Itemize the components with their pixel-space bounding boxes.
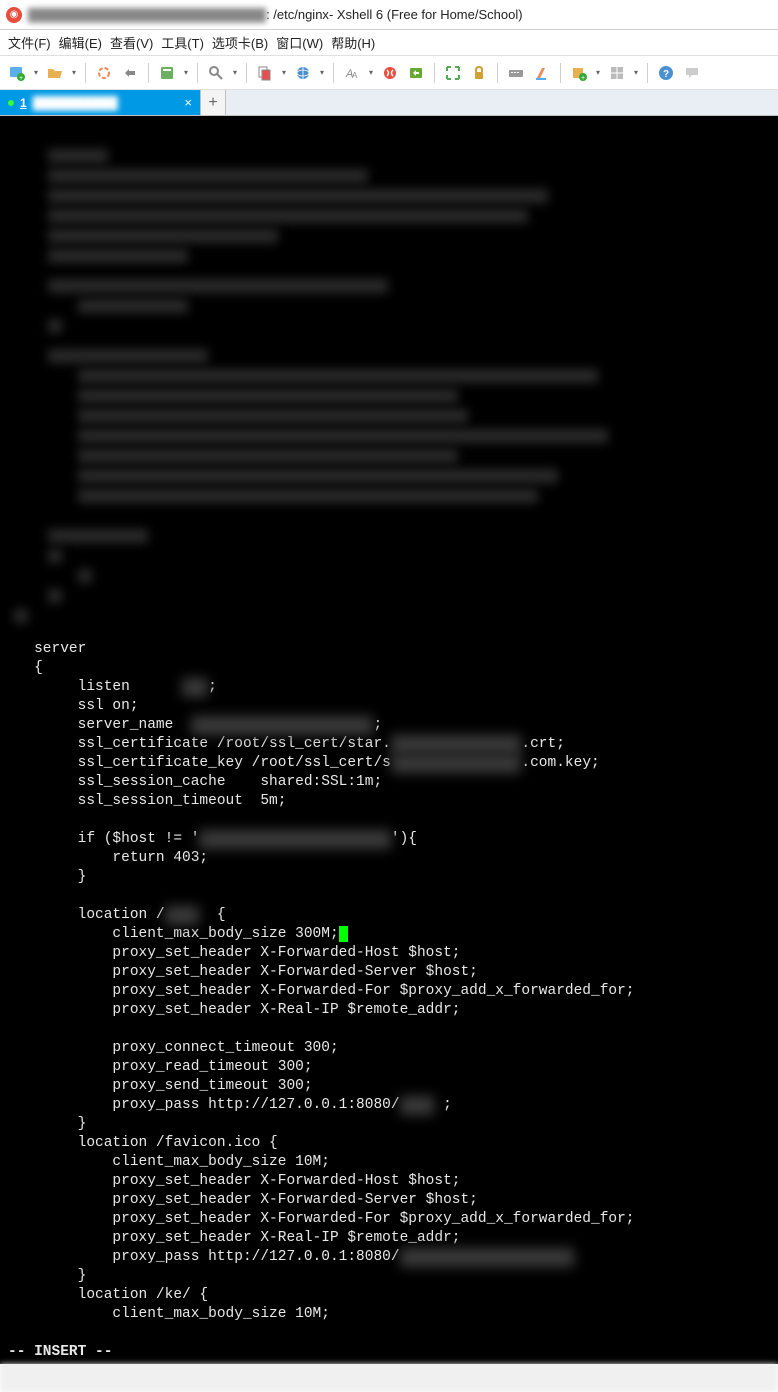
- terminal-viewport[interactable]: server { listen xxx; ssl on; server_name…: [0, 116, 778, 1364]
- toolbar-separator: [197, 63, 198, 83]
- tab-label: ██████████: [33, 96, 179, 110]
- vim-mode-line: -- INSERT --: [8, 1344, 112, 1360]
- help-icon[interactable]: ?: [655, 62, 677, 84]
- lock-icon[interactable]: [468, 62, 490, 84]
- svg-text:A: A: [352, 71, 358, 80]
- toolbar-separator: [647, 63, 648, 83]
- menu-file[interactable]: 文件(F): [8, 33, 51, 52]
- title-blur: ████████████████████████████: [28, 8, 266, 22]
- tab-number: 1: [20, 96, 27, 110]
- open-icon[interactable]: [44, 62, 66, 84]
- search-icon[interactable]: [205, 62, 227, 84]
- properties-dropdown-icon[interactable]: ▾: [182, 62, 190, 84]
- svg-text:?: ?: [663, 69, 669, 80]
- new-session-dropdown-icon[interactable]: ▾: [32, 62, 40, 84]
- toolbar-separator: [246, 63, 247, 83]
- toolbar: + ▾ ▾ ▾ ▾ ▾ ▾ AA ▾ + ▾ ▾ ?: [0, 56, 778, 90]
- menu-edit[interactable]: 编辑(E): [59, 33, 102, 52]
- menu-view[interactable]: 查看(V): [110, 33, 153, 52]
- statusbar: [0, 1364, 778, 1392]
- toolbar-separator: [148, 63, 149, 83]
- menu-help[interactable]: 帮助(H): [331, 33, 375, 52]
- font-icon[interactable]: AA: [341, 62, 363, 84]
- toolbar-separator: [333, 63, 334, 83]
- properties-icon[interactable]: [156, 62, 178, 84]
- highlight-icon[interactable]: [531, 62, 553, 84]
- menubar: 文件(F) 编辑(E) 查看(V) 工具(T) 选项卡(B) 窗口(W) 帮助(…: [0, 30, 778, 56]
- menu-window[interactable]: 窗口(W): [276, 33, 323, 52]
- tabbar: 1 ██████████ × +: [0, 90, 778, 116]
- reconnect-icon[interactable]: [93, 62, 115, 84]
- xftp-icon[interactable]: [405, 62, 427, 84]
- fullscreen-icon[interactable]: [442, 62, 464, 84]
- toolbar-separator: [497, 63, 498, 83]
- font-dropdown-icon[interactable]: ▾: [367, 62, 375, 84]
- copy-dropdown-icon[interactable]: ▾: [280, 62, 288, 84]
- search-dropdown-icon[interactable]: ▾: [231, 62, 239, 84]
- globe-dropdown-icon[interactable]: ▾: [318, 62, 326, 84]
- terminal-content: server { listen xxx; ssl on; server_name…: [8, 640, 770, 1324]
- layout-dropdown-icon[interactable]: ▾: [632, 62, 640, 84]
- copy-icon[interactable]: [254, 62, 276, 84]
- new-session-icon[interactable]: +: [6, 62, 28, 84]
- layout-icon[interactable]: [606, 62, 628, 84]
- title-path: : /etc/nginx: [266, 7, 329, 22]
- session-tab[interactable]: 1 ██████████ ×: [0, 90, 200, 115]
- add-dropdown-icon[interactable]: ▾: [594, 62, 602, 84]
- window-titlebar: ◉ ████████████████████████████ : /etc/ng…: [0, 0, 778, 30]
- chat-icon[interactable]: [681, 62, 703, 84]
- toolbar-separator: [560, 63, 561, 83]
- svg-text:+: +: [581, 75, 585, 81]
- xshell-icon[interactable]: [379, 62, 401, 84]
- tab-close-icon[interactable]: ×: [184, 95, 192, 110]
- connection-status-icon: [8, 100, 14, 106]
- redacted-content-block: [8, 141, 770, 621]
- app-icon: ◉: [6, 7, 22, 23]
- menu-tabs[interactable]: 选项卡(B): [212, 33, 268, 52]
- menu-tools[interactable]: 工具(T): [161, 33, 204, 52]
- toolbar-separator: [434, 63, 435, 83]
- keyboard-icon[interactable]: [505, 62, 527, 84]
- svg-text:+: +: [19, 75, 23, 81]
- title-app: - Xshell 6 (Free for Home/School): [329, 7, 523, 22]
- new-tab-button[interactable]: +: [200, 90, 226, 115]
- open-dropdown-icon[interactable]: ▾: [70, 62, 78, 84]
- toolbar-separator: [85, 63, 86, 83]
- add-icon[interactable]: +: [568, 62, 590, 84]
- globe-icon[interactable]: [292, 62, 314, 84]
- disconnect-icon[interactable]: [119, 62, 141, 84]
